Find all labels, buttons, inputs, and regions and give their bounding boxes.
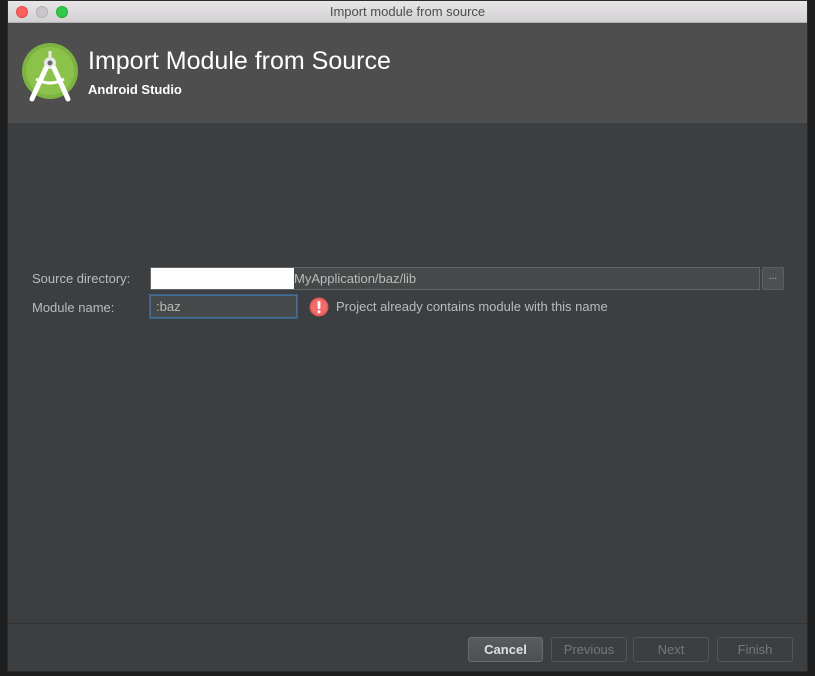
error-message: Project already contains module with thi… xyxy=(336,299,608,314)
android-studio-logo-icon xyxy=(22,43,78,102)
module-name-label: Module name: xyxy=(32,300,115,315)
source-directory-label: Source directory: xyxy=(32,271,131,286)
title-bar: Import module from source xyxy=(8,1,807,23)
dialog-subtitle: Android Studio xyxy=(88,82,182,97)
dialog-title: Import Module from Source xyxy=(88,47,391,75)
cancel-button[interactable]: Cancel xyxy=(468,637,543,662)
source-directory-field[interactable]: MyApplication/baz/lib xyxy=(150,267,760,290)
previous-button[interactable]: Previous xyxy=(551,637,627,662)
redacted-path-segment xyxy=(151,268,294,289)
finish-button[interactable]: Finish xyxy=(717,637,793,662)
source-directory-value: MyApplication/baz/lib xyxy=(294,271,417,286)
module-name-input[interactable] xyxy=(150,295,297,318)
browse-button[interactable]: ... xyxy=(762,267,784,290)
error-icon xyxy=(309,297,329,317)
next-button[interactable]: Next xyxy=(633,637,709,662)
footer-divider xyxy=(8,623,807,624)
dialog-header: Import Module from Source Android Studio xyxy=(8,23,807,123)
window-title: Import module from source xyxy=(329,4,486,19)
import-module-dialog: Import module from source Import Module … xyxy=(7,0,808,672)
